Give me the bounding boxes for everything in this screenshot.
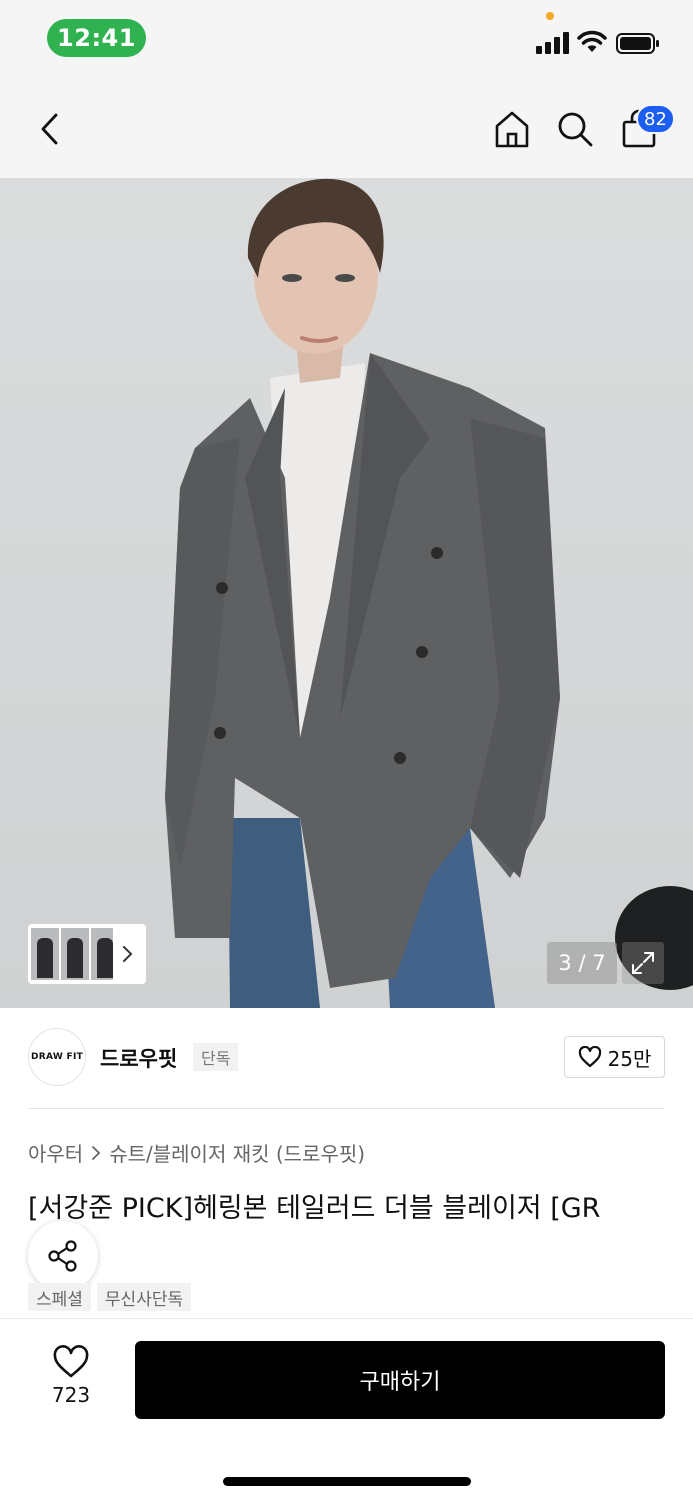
brand-exclusive-badge: 단독 (193, 1043, 239, 1071)
wifi-icon (577, 30, 607, 52)
search-icon (558, 112, 593, 147)
expand-image-button[interactable] (622, 942, 664, 984)
cellular-signal-icon (536, 32, 569, 54)
product-tags: 스페셜 무신사단독 (28, 1283, 192, 1311)
brand-like-button[interactable]: 25만 (564, 1036, 665, 1078)
top-navigation-bar (0, 80, 693, 178)
status-bar: 12:41 (0, 0, 693, 80)
share-button[interactable] (28, 1221, 98, 1291)
image-page-counter: 3 / 7 (547, 942, 617, 984)
product-image-gallery[interactable]: 3 / 7 (0, 178, 693, 1008)
breadcrumb-item-outer[interactable]: 아우터 (28, 1138, 83, 1167)
chevron-right-icon (92, 1145, 101, 1160)
thumbnail-image[interactable] (31, 928, 59, 980)
thumbnail-image[interactable] (91, 928, 113, 980)
breadcrumb: 아우터 슈트/블레이저 재킷 (드로우핏) (28, 1138, 365, 1167)
thumbnail-image[interactable] (61, 928, 89, 980)
divider (28, 1108, 665, 1109)
tag-musinsa-exclusive: 무신사단독 (96, 1283, 192, 1311)
bottom-action-bar: 723 구매하기 (0, 1318, 693, 1500)
back-chevron-icon (41, 113, 58, 145)
product-photo (165, 178, 693, 1008)
back-button[interactable] (26, 105, 74, 153)
thumbnail-next-button[interactable] (115, 928, 139, 980)
chevron-right-icon (123, 946, 133, 962)
share-icon (48, 1240, 77, 1272)
home-icon (495, 111, 529, 148)
brand-row: DRAW FIT 드로우핏 단독 25만 (28, 1028, 665, 1088)
search-button[interactable] (551, 105, 599, 153)
product-title: [서강준 PICK]헤링본 테일러드 더블 블레이저 [GR (28, 1193, 601, 1224)
cart-count-badge: 82 (636, 104, 675, 134)
home-button[interactable] (488, 105, 536, 153)
buy-button[interactable]: 구매하기 (135, 1341, 665, 1419)
thumbnail-strip[interactable] (28, 924, 146, 984)
brand-logo[interactable]: DRAW FIT (28, 1028, 86, 1086)
brand-like-count: 25만 (607, 1046, 652, 1071)
expand-icon (632, 952, 654, 974)
wishlist-button[interactable]: 723 (40, 1345, 102, 1415)
heart-icon (53, 1345, 89, 1378)
home-indicator (223, 1477, 471, 1486)
privacy-indicator-dot (546, 12, 554, 20)
brand-name[interactable]: 드로우핏 (100, 1043, 177, 1073)
status-time: 12:41 (47, 19, 146, 57)
breadcrumb-item-category[interactable]: 슈트/블레이저 재킷 (드로우핏) (109, 1138, 365, 1167)
wishlist-count: 723 (51, 1383, 91, 1407)
tag-special: 스페셜 (28, 1283, 91, 1311)
heart-icon (578, 1046, 601, 1068)
battery-icon (616, 33, 659, 54)
